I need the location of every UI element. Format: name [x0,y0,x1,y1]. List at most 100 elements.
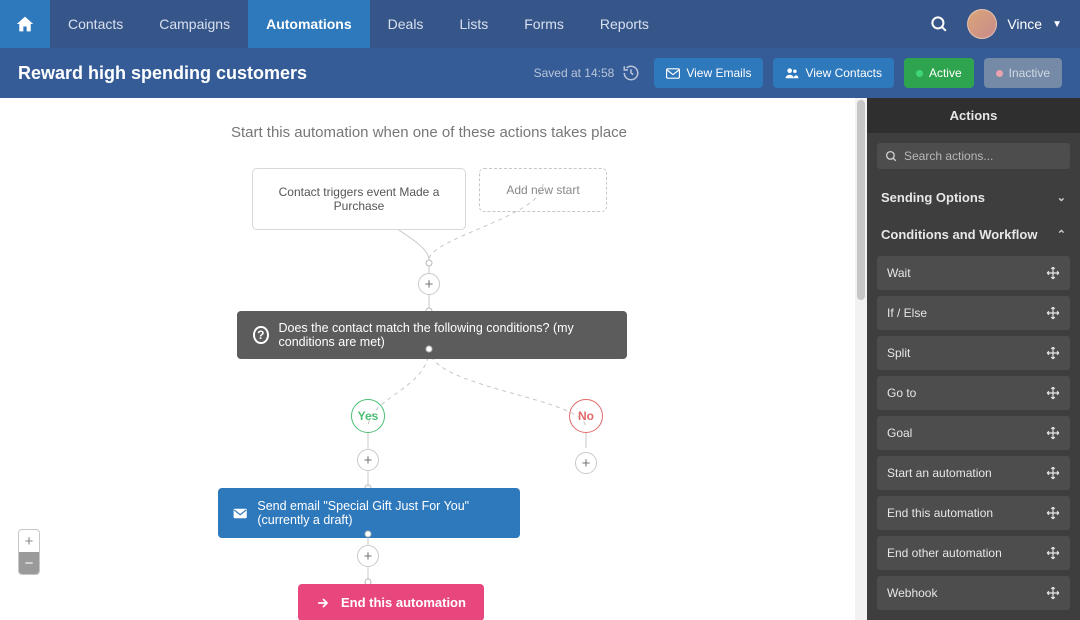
conditions-action-list: Wait If / Else Split Go to Goal Start an… [867,253,1080,618]
nav-right: Vince ▼ [930,0,1080,48]
sidebar-title: Actions [867,98,1080,133]
status-inactive-button[interactable]: Inactive [984,58,1062,88]
chevron-up-icon: ⌃ [1057,228,1066,241]
move-icon [1046,466,1060,480]
zoom-controls: + − [18,529,40,575]
view-contacts-label: View Contacts [805,66,881,80]
arrow-right-icon [316,596,331,610]
move-icon [1046,586,1060,600]
home-icon [15,15,35,33]
add-start-node[interactable]: Add new start [479,168,607,212]
action-label: Goal [887,426,912,440]
action-label: End other automation [887,546,1002,560]
view-emails-label: View Emails [686,66,751,80]
action-webhook[interactable]: Webhook [877,576,1070,610]
avatar [967,9,997,39]
user-name: Vince [1007,16,1042,32]
history-icon[interactable] [622,64,640,82]
actions-search-input[interactable] [904,149,1062,163]
action-label: If / Else [887,306,927,320]
no-branch[interactable]: No [569,399,603,433]
users-icon [785,67,799,79]
action-wait[interactable]: Wait [877,256,1070,290]
move-icon [1046,266,1060,280]
nav-contacts[interactable]: Contacts [50,0,141,48]
action-end-other-automation[interactable]: End other automation [877,536,1070,570]
mail-icon [666,68,680,79]
move-icon [1046,306,1060,320]
status-active: Active [904,58,974,88]
action-label: Go to [887,386,916,400]
canvas-scrollbar[interactable] [855,98,867,620]
inactive-dot-icon [996,70,1003,77]
nav-deals[interactable]: Deals [370,0,442,48]
toolbar-buttons: View Emails View Contacts Active Inactiv… [654,58,1062,88]
section-label: Sending Options [881,190,985,205]
inactive-label: Inactive [1009,66,1050,80]
nav-reports[interactable]: Reports [582,0,667,48]
zoom-out-button[interactable]: − [19,552,39,574]
section-sending-options[interactable]: Sending Options ⌄ [867,179,1080,216]
action-label: End this automation [887,506,993,520]
zoom-in-button[interactable]: + [19,530,39,552]
chevron-down-icon: ⌄ [1057,191,1066,204]
action-label: Wait [887,266,911,280]
section-label: Conditions and Workflow [881,227,1037,242]
move-icon [1046,546,1060,560]
actions-search[interactable] [877,143,1070,169]
nav-lists[interactable]: Lists [441,0,506,48]
question-icon: ? [253,326,269,344]
action-if-else[interactable]: If / Else [877,296,1070,330]
section-conditions-workflow[interactable]: Conditions and Workflow ⌃ [867,216,1080,253]
nav-campaigns[interactable]: Campaigns [141,0,248,48]
email-action-label: Send email "Special Gift Just For You" (… [257,499,505,527]
global-search-button[interactable] [930,15,949,34]
topbar: Contacts Campaigns Automations Deals Lis… [0,0,1080,48]
search-icon [885,150,898,163]
yes-branch[interactable]: Yes [351,399,385,433]
view-contacts-button[interactable]: View Contacts [773,58,893,88]
workspace: Start this automation when one of these … [0,98,1080,620]
move-icon [1046,426,1060,440]
actions-sidebar: Actions Sending Options ⌄ Conditions and… [867,98,1080,620]
end-label: End this automation [341,595,466,610]
add-node-button[interactable]: + [357,545,379,567]
user-menu[interactable]: Vince ▼ [967,9,1062,39]
scrollbar-thumb[interactable] [857,100,865,300]
condition-label: Does the contact match the following con… [279,321,612,349]
action-end-this-automation[interactable]: End this automation [877,496,1070,530]
mail-icon [233,507,247,520]
add-node-button[interactable]: + [418,273,440,295]
action-split[interactable]: Split [877,336,1070,370]
add-node-button[interactable]: + [575,452,597,474]
action-start-automation[interactable]: Start an automation [877,456,1070,490]
end-automation-node[interactable]: End this automation [298,584,484,620]
action-label: Split [887,346,910,360]
page-title: Reward high spending customers [18,63,520,84]
connector-dot [426,346,433,353]
move-icon [1046,506,1060,520]
search-icon [930,15,949,34]
saved-status: Saved at 14:58 [534,64,641,82]
connector-dot [426,260,433,267]
connector-dot [365,531,372,538]
nav-automations[interactable]: Automations [248,0,370,48]
action-goal[interactable]: Goal [877,416,1070,450]
action-label: Webhook [887,586,937,600]
move-icon [1046,386,1060,400]
trigger-node[interactable]: Contact triggers event Made a Purchase [252,168,466,230]
condition-node[interactable]: ? Does the contact match the following c… [237,311,627,359]
nav-forms[interactable]: Forms [506,0,582,48]
chevron-down-icon: ▼ [1052,19,1062,30]
active-dot-icon [916,70,923,77]
saved-text: Saved at 14:58 [534,66,615,80]
home-button[interactable] [0,0,50,48]
automation-canvas[interactable]: Start this automation when one of these … [0,98,867,620]
active-label: Active [929,66,962,80]
action-go-to[interactable]: Go to [877,376,1070,410]
start-instructions: Start this automation when one of these … [0,124,858,141]
add-node-button[interactable]: + [357,449,379,471]
move-icon [1046,346,1060,360]
main-nav: Contacts Campaigns Automations Deals Lis… [50,0,930,48]
view-emails-button[interactable]: View Emails [654,58,763,88]
